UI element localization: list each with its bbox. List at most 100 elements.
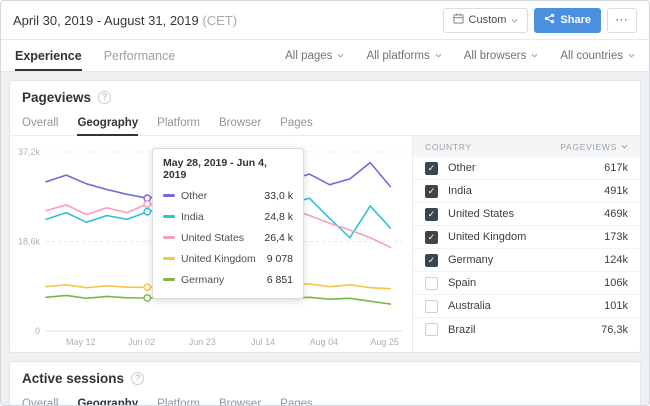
tooltip-entry: India 24,8 k — [163, 206, 293, 227]
filter-all-platforms[interactable]: All platforms — [366, 50, 441, 62]
more-options-button[interactable]: ⋯ — [607, 8, 637, 33]
subtab-overall[interactable]: Overall — [22, 391, 58, 406]
country-label: United States — [448, 208, 514, 220]
chevron-down-icon — [511, 18, 518, 23]
subtab-geography[interactable]: Geography — [77, 110, 138, 135]
subtab-browser[interactable]: Browser — [219, 110, 261, 135]
chevron-down-icon — [337, 53, 344, 58]
svg-text:Aug 04: Aug 04 — [310, 337, 339, 347]
svg-text:Aug 25: Aug 25 — [370, 337, 399, 347]
active-sessions-subtabs: Overall Geography Platform Browser Pages — [10, 391, 640, 406]
top-bar-actions: Custom Share ⋯ — [443, 8, 637, 33]
subtab-platform[interactable]: Platform — [157, 391, 200, 406]
pageviews-value: 106k — [604, 277, 628, 289]
pageviews-chart[interactable]: 018,6k37,2kMay 12Jun 02Jun 23Jul 14Aug 0… — [10, 136, 412, 352]
chevron-down-icon — [435, 53, 442, 58]
filter-all-browsers-label: All browsers — [464, 50, 527, 62]
subtab-platform[interactable]: Platform — [157, 110, 200, 135]
subtab-pages[interactable]: Pages — [280, 110, 313, 135]
tooltip-series-value: 33,0 k — [264, 190, 293, 202]
table-row: Spain 106k — [413, 272, 640, 295]
tooltip-series-name: Other — [181, 190, 207, 202]
filter-all-browsers[interactable]: All browsers — [464, 50, 539, 62]
chevron-down-icon — [621, 144, 628, 149]
svg-text:0: 0 — [35, 326, 40, 336]
share-icon — [544, 13, 555, 27]
pageviews-title: Pageviews — [22, 90, 91, 105]
pageviews-value: 101k — [604, 300, 628, 312]
column-pageviews-sort[interactable]: Pageviews — [560, 142, 628, 152]
country-label: United Kingdom — [448, 231, 526, 243]
table-row: Brazil 76,3k — [413, 318, 640, 341]
series-swatch-germany — [163, 278, 175, 281]
tab-performance[interactable]: Performance — [104, 40, 176, 71]
share-button-label: Share — [560, 14, 591, 26]
pageviews-panel: Pageviews ? Overall Geography Platform B… — [9, 80, 641, 353]
tab-experience-label: Experience — [15, 49, 82, 63]
series-swatch-united-kingdom — [163, 257, 175, 260]
chevron-down-icon — [531, 53, 538, 58]
tooltip-series-name: United States — [181, 232, 244, 244]
pageviews-value: 76,3k — [601, 324, 628, 336]
country-checkbox[interactable] — [425, 231, 438, 244]
filter-all-pages[interactable]: All pages — [285, 50, 344, 62]
help-icon[interactable]: ? — [98, 91, 111, 104]
pageviews-subtabs: Overall Geography Platform Browser Pages — [10, 110, 640, 136]
pageviews-value: 491k — [604, 185, 628, 197]
active-sessions-panel: Active sessions ? Overall Geography Plat… — [9, 361, 641, 406]
country-checkbox[interactable] — [425, 208, 438, 221]
country-checkbox[interactable] — [425, 162, 438, 175]
series-swatch-united-states — [163, 236, 175, 239]
country-label: Brazil — [448, 324, 476, 336]
tooltip-series-name: United Kingdom — [181, 253, 256, 265]
country-label: Spain — [448, 277, 476, 289]
tooltip-series-value: 24,8 k — [264, 211, 293, 223]
pageviews-value: 617k — [604, 162, 628, 174]
tooltip-entry: United Kingdom 9 078 — [163, 248, 293, 269]
table-row: Australia 101k — [413, 295, 640, 318]
tabs-filter-bar: Experience Performance All pages All pla… — [1, 40, 649, 72]
ellipsis-icon: ⋯ — [615, 12, 629, 28]
tooltip-series-value: 9 078 — [267, 253, 293, 265]
subtab-geography[interactable]: Geography — [77, 391, 138, 406]
pageviews-value: 124k — [604, 254, 628, 266]
filter-all-countries[interactable]: All countries — [560, 50, 635, 62]
filter-all-countries-label: All countries — [560, 50, 623, 62]
tooltip-entry: Other 33,0 k — [163, 185, 293, 206]
active-sessions-title-row: Active sessions ? — [10, 362, 640, 391]
country-checkbox[interactable] — [425, 323, 438, 336]
filter-all-platforms-label: All platforms — [366, 50, 429, 62]
timezone-label: (CET) — [202, 13, 237, 28]
svg-text:Jun 02: Jun 02 — [128, 337, 155, 347]
subtab-browser[interactable]: Browser — [219, 391, 261, 406]
tooltip-entry: Germany 6 851 — [163, 269, 293, 290]
country-label: Germany — [448, 254, 493, 266]
country-table: Country Pageviews Other 617k India 491k — [412, 136, 640, 352]
top-bar: April 30, 2019 - August 31, 2019 (CET) C… — [1, 1, 649, 40]
date-range: April 30, 2019 - August 31, 2019 (CET) — [13, 13, 237, 28]
table-row: United Kingdom 173k — [413, 226, 640, 249]
tab-experience[interactable]: Experience — [15, 40, 82, 71]
svg-text:Jul 14: Jul 14 — [251, 337, 275, 347]
share-button[interactable]: Share — [534, 8, 601, 33]
country-checkbox[interactable] — [425, 277, 438, 290]
chevron-down-icon — [628, 53, 635, 58]
tooltip-series-name: India — [181, 211, 204, 223]
country-checkbox[interactable] — [425, 300, 438, 313]
tooltip-entry: United States 26,4 k — [163, 227, 293, 248]
country-checkbox[interactable] — [425, 254, 438, 267]
svg-text:Jun 23: Jun 23 — [189, 337, 216, 347]
tooltip-series-name: Germany — [181, 274, 224, 286]
column-country: Country — [425, 142, 472, 152]
subtab-overall[interactable]: Overall — [22, 110, 58, 135]
tooltip-title: May 28, 2019 - Jun 4, 2019 — [163, 157, 293, 181]
country-checkbox[interactable] — [425, 185, 438, 198]
pageviews-title-row: Pageviews ? — [10, 81, 640, 110]
tooltip-series-value: 6 851 — [267, 274, 293, 286]
custom-button-label: Custom — [469, 14, 507, 26]
custom-date-button[interactable]: Custom — [443, 8, 529, 33]
help-icon[interactable]: ? — [131, 372, 144, 385]
subtab-pages[interactable]: Pages — [280, 391, 313, 406]
country-label: Other — [448, 162, 476, 174]
active-sessions-title: Active sessions — [22, 371, 124, 386]
